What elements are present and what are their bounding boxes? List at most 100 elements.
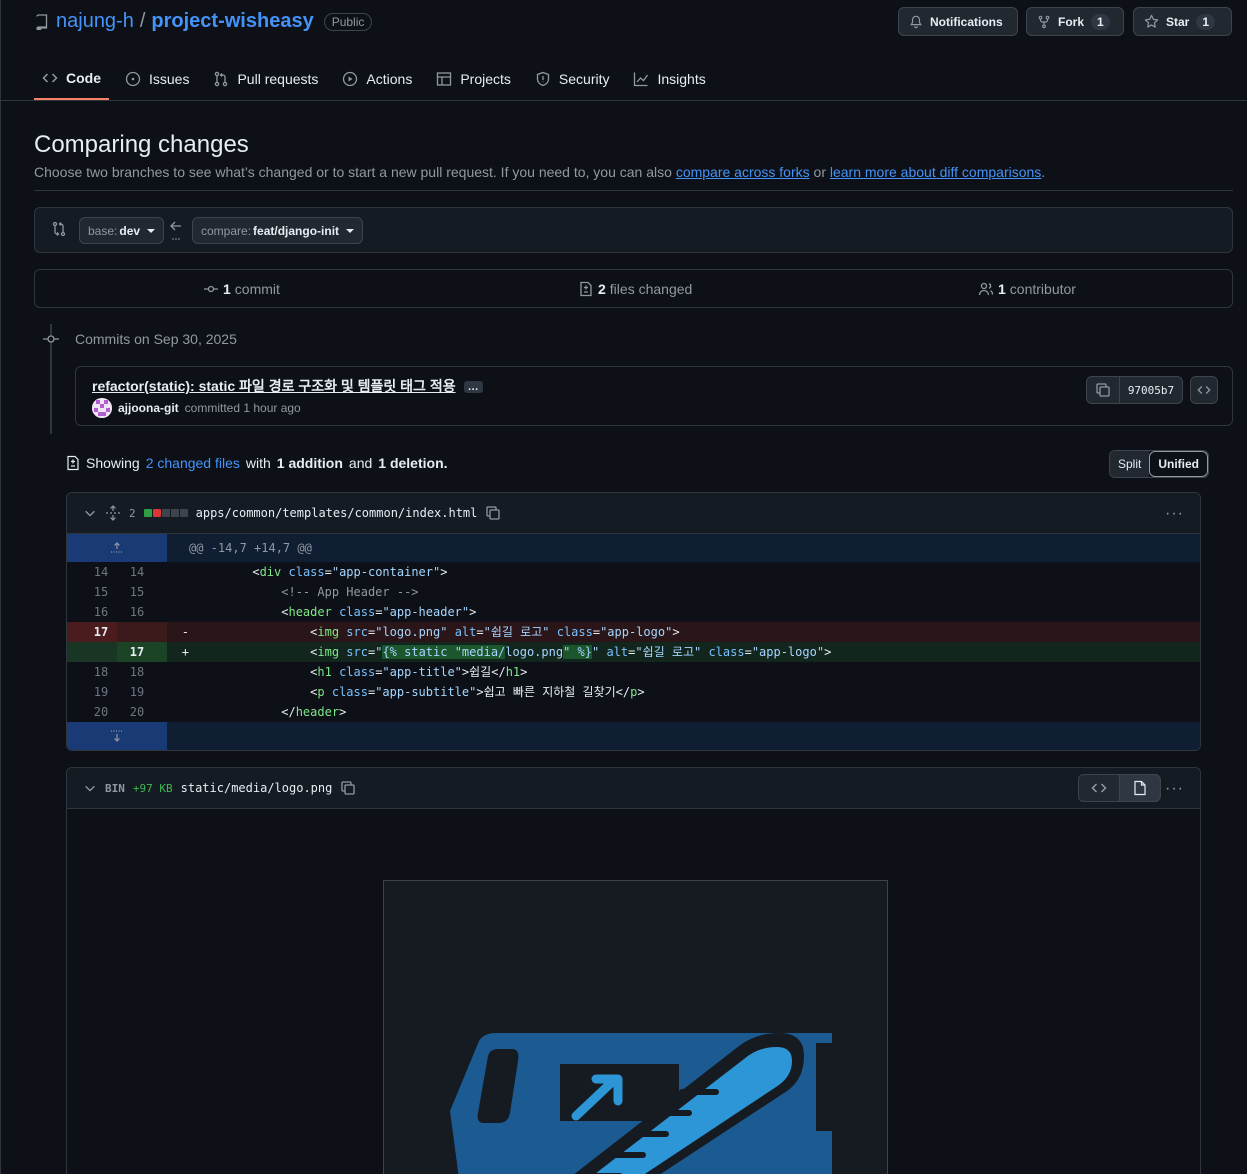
new-line-number[interactable]: 15 xyxy=(117,582,167,602)
hunk-header: @@ -14,7 +14,7 @@ xyxy=(67,534,1200,562)
code-line: <!-- App Header --> xyxy=(281,585,419,599)
tab-label: Code xyxy=(66,70,101,86)
image-frame xyxy=(383,880,888,1174)
new-line-number[interactable]: 18 xyxy=(117,662,167,682)
diff-comparisons-link[interactable]: learn more about diff comparisons xyxy=(830,164,1041,180)
arrow-left-icon xyxy=(169,219,183,241)
summary-showing: Showing xyxy=(86,455,140,471)
binary-file-diff: BIN +97 KB static/media/logo.png ··· xyxy=(66,767,1201,1174)
repo-breadcrumb: najung-h / project-wisheasy Public xyxy=(34,10,373,33)
commit-message-link[interactable]: refactor(static): static 파일 경로 구조화 및 템플릿… xyxy=(92,376,483,396)
code-line: <h1 class="app-title">쉽길</h1> xyxy=(209,665,528,679)
copy-icon[interactable] xyxy=(340,780,356,796)
diff-sign xyxy=(167,602,189,622)
code-line: <img src="{% static "media/logo.png" %}"… xyxy=(209,645,832,659)
commit-time: committed 1 hour ago xyxy=(184,401,301,415)
fork-count: 1 xyxy=(1091,13,1110,30)
copy-icon[interactable] xyxy=(485,505,501,521)
repo-icon xyxy=(34,13,50,30)
star-button[interactable]: Star 1 xyxy=(1133,7,1232,36)
expand-down-icon[interactable] xyxy=(67,722,167,750)
graph-icon xyxy=(633,71,649,87)
tab-pull-requests[interactable]: Pull requests xyxy=(205,58,326,100)
subtitle-or: or xyxy=(813,164,826,180)
chevron-down-icon[interactable] xyxy=(83,506,97,520)
tab-security[interactable]: Security xyxy=(527,58,618,100)
author-name[interactable]: ajjoona-git xyxy=(118,401,179,415)
base-value: dev xyxy=(119,223,141,238)
diff-sign: + xyxy=(181,645,189,659)
notifications-button[interactable]: Notifications xyxy=(898,7,1018,36)
new-line-number[interactable]: 16 xyxy=(117,602,167,622)
kebab-menu-icon[interactable]: ··· xyxy=(1165,780,1184,798)
diff-sign xyxy=(167,662,189,682)
avatar[interactable] xyxy=(92,398,112,418)
contributors-stat[interactable]: 1 contributor xyxy=(978,270,1076,307)
people-icon xyxy=(978,281,994,297)
kebab-menu-icon[interactable]: ··· xyxy=(1165,505,1184,523)
summary-with: with xyxy=(245,455,271,471)
new-line-number[interactable] xyxy=(117,622,167,642)
new-line-number[interactable]: 19 xyxy=(117,682,167,702)
tab-insights[interactable]: Insights xyxy=(625,58,713,100)
browse-repo-button[interactable] xyxy=(1190,376,1218,404)
commit-icon xyxy=(42,331,60,347)
tab-projects[interactable]: Projects xyxy=(428,58,519,100)
new-line-number[interactable]: 20 xyxy=(117,702,167,722)
tab-label: Actions xyxy=(366,71,413,87)
diff-line: 16 16 <header class="app-header"> xyxy=(67,602,1200,622)
unified-view-button[interactable]: Unified xyxy=(1149,451,1209,477)
diff-summary: Showing 2 changed files with 1 addition … xyxy=(66,455,448,471)
bell-icon xyxy=(909,15,923,29)
code-line: <div class="app-container"> xyxy=(209,565,448,579)
old-line-number[interactable]: 19 xyxy=(67,682,117,702)
summary-deletions: 1 deletion. xyxy=(378,455,448,471)
copy-sha-button[interactable] xyxy=(1086,376,1120,404)
compare-forks-link[interactable]: compare across forks xyxy=(676,164,810,180)
diff-line: 14 14 <div class="app-container"> xyxy=(67,562,1200,582)
file-path[interactable]: apps/common/templates/common/index.html xyxy=(196,506,478,520)
chevron-down-icon xyxy=(147,228,156,233)
commit-sha-link[interactable]: 97005b7 xyxy=(1119,376,1183,404)
repo-owner-link[interactable]: najung-h xyxy=(56,10,134,33)
notifications-label: Notifications xyxy=(930,14,1003,29)
file-header: 2 apps/common/templates/common/index.htm… xyxy=(67,493,1200,534)
old-line-number[interactable]: 15 xyxy=(67,582,117,602)
file-size-change: +97 KB xyxy=(132,781,173,795)
file-path[interactable]: static/media/logo.png xyxy=(181,781,333,795)
shield-icon xyxy=(535,71,551,87)
repo-separator: / xyxy=(139,10,146,32)
unfold-icon[interactable] xyxy=(105,505,121,521)
files-stat[interactable]: 2 files changed xyxy=(578,270,692,307)
summary-and: and xyxy=(348,455,373,471)
old-line-number[interactable]: 18 xyxy=(67,662,117,682)
repo-name-link[interactable]: project-wisheasy xyxy=(151,10,313,33)
view-source-button[interactable] xyxy=(1078,774,1120,802)
diff-line: 18 18 <h1 class="app-title">쉽길</h1> xyxy=(67,662,1200,682)
base-branch-select[interactable]: base: dev xyxy=(79,217,165,244)
old-line-number[interactable]: 17 xyxy=(67,622,117,642)
visibility-badge: Public xyxy=(323,12,373,31)
split-view-button[interactable]: Split xyxy=(1110,451,1150,477)
old-line-number[interactable]: 14 xyxy=(67,562,117,582)
changed-files-link[interactable]: 2 changed files xyxy=(146,455,240,471)
old-line-number[interactable]: 16 xyxy=(67,602,117,622)
new-line-number[interactable]: 14 xyxy=(117,562,167,582)
tab-code[interactable]: Code xyxy=(34,58,109,100)
image-preview-area xyxy=(67,809,1200,1174)
old-line-number[interactable]: 20 xyxy=(67,702,117,722)
view-rich-button[interactable] xyxy=(1119,774,1161,802)
expand-up-icon[interactable] xyxy=(67,534,167,562)
new-line-number[interactable]: 17 xyxy=(117,642,167,662)
old-line-number[interactable] xyxy=(67,642,117,662)
commits-stat[interactable]: 1 commit xyxy=(203,270,280,307)
code-icon xyxy=(1197,383,1211,397)
tab-actions[interactable]: Actions xyxy=(334,58,420,100)
tab-issues[interactable]: Issues xyxy=(117,58,197,100)
compare-branch-select[interactable]: compare: feat/django-init xyxy=(192,217,364,244)
expand-message-button[interactable]: … xyxy=(463,381,483,394)
star-icon xyxy=(1144,14,1159,29)
chevron-down-icon[interactable] xyxy=(83,781,97,795)
diff-sign xyxy=(167,562,189,582)
fork-button[interactable]: Fork 1 xyxy=(1026,7,1124,36)
